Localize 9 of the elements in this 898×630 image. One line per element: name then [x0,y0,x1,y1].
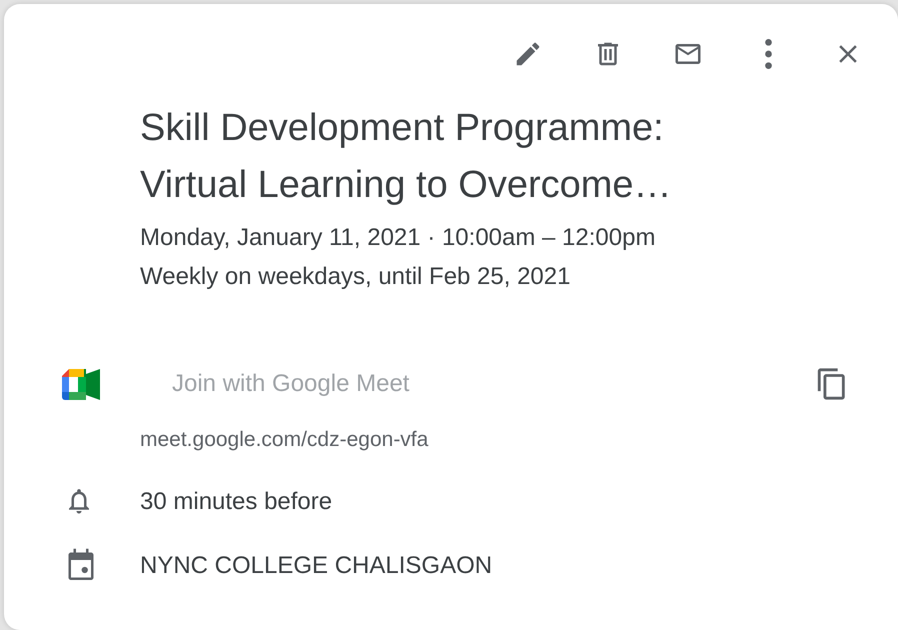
calendar-icon [66,548,96,582]
video-camera-icon [62,368,100,400]
more-vertical-icon [764,39,772,69]
reminder-text: 30 minutes before [140,486,332,516]
calendar-name: NYNC COLLEGE CHALISGAON [140,550,492,580]
event-date-time: Monday, January 11, 2021 · 10:00am – 12:00pm [140,223,656,253]
meet-link[interactable]: meet.google.com/cdz-egon-vfa [140,428,428,451]
recurrence-text: Weekly on weekdays, until Feb 25, 2021 [140,262,572,292]
event-title: Skill Development Programme: Virtual Learning to Overcome… [140,106,673,208]
